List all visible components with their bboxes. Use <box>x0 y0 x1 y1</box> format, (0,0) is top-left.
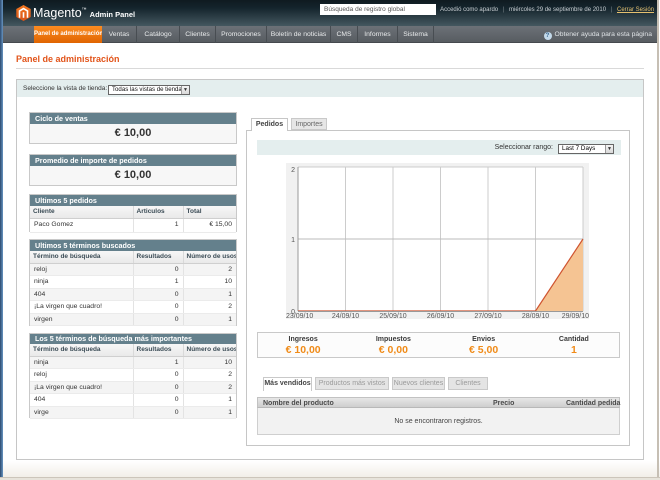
svg-text:29/09/10: 29/09/10 <box>562 313 589 319</box>
svg-text:23/09/10: 23/09/10 <box>286 313 313 319</box>
svg-text:28/09/10: 28/09/10 <box>522 313 549 319</box>
svg-text:2: 2 <box>291 167 295 174</box>
svg-text:24/09/10: 24/09/10 <box>332 313 359 319</box>
svg-text:27/09/10: 27/09/10 <box>474 313 501 319</box>
svg-text:25/09/10: 25/09/10 <box>379 313 406 319</box>
svg-text:1: 1 <box>291 237 295 244</box>
svg-text:26/09/10: 26/09/10 <box>427 313 454 319</box>
